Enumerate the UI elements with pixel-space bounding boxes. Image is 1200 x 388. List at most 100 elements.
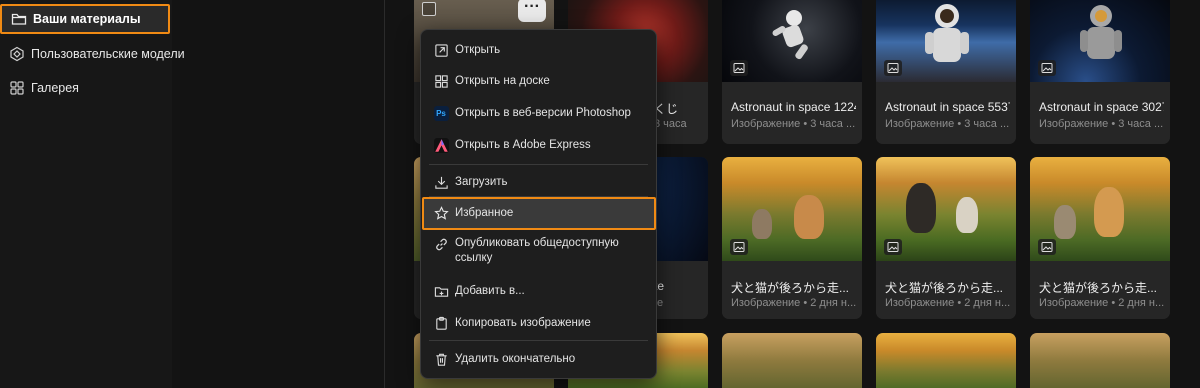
menu-item-copy-image[interactable]: Копировать изображение bbox=[421, 313, 656, 333]
menu-item-open[interactable]: Открыть bbox=[421, 40, 656, 60]
add-to-folder-icon bbox=[433, 283, 449, 299]
menu-item-label: Открыть bbox=[455, 43, 501, 56]
sidebar-item-custom-models[interactable]: Пользовательские модели bbox=[0, 39, 185, 69]
asset-meta: Astronaut in space 5537... Изображение •… bbox=[876, 82, 1016, 144]
sidebar-item-your-stuff[interactable]: Ваши материалы bbox=[0, 4, 170, 34]
asset-card[interactable]: 犬と猫が後ろから走... Изображение • 2 дня н... bbox=[722, 157, 862, 319]
context-menu: Открыть Открыть на доске Ps Открыть в ве… bbox=[420, 29, 657, 379]
photoshop-icon: Ps bbox=[433, 105, 449, 121]
asset-meta: 犬と猫が後ろから走... Изображение • 2 дня н... bbox=[876, 261, 1016, 319]
dog-figure bbox=[1094, 187, 1124, 237]
astronaut-figure bbox=[772, 10, 808, 60]
sidebar-item-label: Пользовательские модели bbox=[31, 47, 185, 61]
asset-thumbnail bbox=[722, 333, 862, 388]
asset-card[interactable] bbox=[1030, 333, 1170, 388]
menu-item-delete-permanently[interactable]: Удалить окончательно bbox=[421, 349, 656, 369]
asset-meta: Astronaut in space 3027... Изображение •… bbox=[1030, 82, 1170, 144]
menu-item-label: Открыть в веб-версии Photoshop bbox=[455, 106, 631, 119]
asset-thumbnail bbox=[876, 157, 1016, 261]
sidebar-item-label: Ваши материалы bbox=[33, 12, 141, 26]
asset-subtitle: 3 часа bbox=[654, 118, 687, 130]
trash-icon bbox=[433, 351, 449, 367]
asset-subtitle: Изображение • 3 часа ... bbox=[731, 118, 856, 130]
asset-subtitle: Изображение • 3 часа ... bbox=[885, 118, 1010, 130]
link-icon bbox=[433, 236, 449, 252]
asset-title: Astronaut in space 3027... bbox=[1039, 100, 1164, 114]
menu-item-label: Избранное bbox=[455, 207, 514, 219]
asset-card[interactable] bbox=[876, 333, 1016, 388]
menu-item-label: Открыть в Adobe Express bbox=[455, 138, 591, 151]
asset-subtitle: Изображение • 3 часа ... bbox=[1039, 118, 1164, 130]
menu-item-publish-link[interactable]: Опубликовать общедоступную ссылку bbox=[421, 236, 656, 268]
asset-thumbnail bbox=[876, 333, 1016, 388]
menu-item-open-adobe-express[interactable]: Открыть в Adobe Express bbox=[421, 135, 656, 155]
select-checkbox[interactable] bbox=[422, 2, 436, 16]
asset-thumbnail bbox=[722, 157, 862, 261]
astronaut-figure bbox=[925, 4, 969, 62]
image-type-icon bbox=[884, 239, 902, 255]
asset-subtitle: te bbox=[654, 297, 664, 309]
asset-thumbnail bbox=[1030, 157, 1170, 261]
folder-icon bbox=[10, 10, 28, 28]
asset-title: te bbox=[654, 279, 665, 293]
menu-item-download[interactable]: Загрузить bbox=[421, 172, 656, 192]
cat-figure bbox=[1054, 205, 1076, 239]
asset-title: Astronaut in space 5537... bbox=[885, 100, 1010, 114]
copy-image-icon bbox=[433, 315, 449, 331]
cat-figure bbox=[752, 209, 772, 239]
menu-separator bbox=[429, 164, 648, 165]
menu-item-label: Загрузить bbox=[455, 175, 508, 188]
menu-item-label: Копировать изображение bbox=[455, 316, 591, 329]
asset-card[interactable]: 犬と猫が後ろから走... Изображение • 2 дня н... bbox=[1030, 157, 1170, 319]
asset-card[interactable]: Astronaut in space 5537... Изображение •… bbox=[876, 0, 1016, 144]
asset-card[interactable]: Astronaut in space 3027... Изображение •… bbox=[1030, 0, 1170, 144]
dog-figure bbox=[794, 195, 824, 239]
image-type-icon bbox=[730, 60, 748, 76]
astronaut-figure bbox=[1080, 5, 1122, 59]
asset-card[interactable]: 犬と猫が後ろから走... Изображение • 2 дня н... bbox=[876, 157, 1016, 319]
open-external-icon bbox=[433, 42, 449, 58]
more-options-button[interactable]: ··· bbox=[518, 0, 546, 22]
menu-item-favorite[interactable]: Избранное bbox=[422, 197, 656, 230]
download-icon bbox=[433, 174, 449, 190]
asset-thumbnail bbox=[1030, 333, 1170, 388]
menu-separator bbox=[429, 340, 648, 341]
sidebar-item-gallery[interactable]: Галерея bbox=[0, 73, 79, 103]
board-icon bbox=[433, 73, 449, 89]
dog-figure bbox=[906, 183, 936, 233]
adobe-express-icon bbox=[433, 137, 449, 153]
asset-title: 犬と猫が後ろから走... bbox=[1039, 281, 1158, 295]
image-type-icon bbox=[1038, 60, 1056, 76]
menu-item-label: Открыть на доске bbox=[455, 74, 550, 87]
menu-item-add-to[interactable]: Добавить в... bbox=[421, 281, 656, 301]
asset-subtitle: Изображение • 2 дня н... bbox=[885, 297, 1010, 309]
asset-thumbnail bbox=[1030, 0, 1170, 82]
asset-subtitle: Изображение • 2 дня н... bbox=[1039, 297, 1164, 309]
asset-meta: Astronaut in space 12241... Изображение … bbox=[722, 82, 862, 144]
asset-card[interactable] bbox=[722, 333, 862, 388]
asset-title: 犬と猫が後ろから走... bbox=[731, 281, 850, 295]
image-type-icon bbox=[884, 60, 902, 76]
sidebar-item-label: Галерея bbox=[31, 81, 79, 95]
image-type-icon bbox=[1038, 239, 1056, 255]
asset-title: Astronaut in space 12241... bbox=[731, 100, 856, 114]
menu-item-label: Опубликовать общедоступную ссылку bbox=[455, 237, 619, 264]
gallery-grid-icon bbox=[8, 79, 26, 97]
menu-item-open-board[interactable]: Открыть на доске bbox=[421, 71, 656, 91]
asset-thumbnail bbox=[876, 0, 1016, 82]
asset-card[interactable]: Astronaut in space 12241... Изображение … bbox=[722, 0, 862, 144]
asset-thumbnail bbox=[722, 0, 862, 82]
asset-title: くじ bbox=[654, 102, 679, 116]
image-type-icon bbox=[730, 239, 748, 255]
asset-meta: 犬と猫が後ろから走... Изображение • 2 дня н... bbox=[1030, 261, 1170, 319]
content-divider bbox=[384, 0, 385, 388]
cat-figure bbox=[956, 197, 978, 233]
menu-item-label: Добавить в... bbox=[455, 284, 525, 297]
asset-subtitle: Изображение • 2 дня н... bbox=[731, 297, 856, 309]
star-icon bbox=[433, 206, 449, 222]
asset-meta: 犬と猫が後ろから走... Изображение • 2 дня н... bbox=[722, 261, 862, 319]
menu-item-label: Удалить окончательно bbox=[455, 352, 576, 365]
menu-item-open-photoshop[interactable]: Ps Открыть в веб-версии Photoshop bbox=[421, 103, 656, 123]
asset-title: 犬と猫が後ろから走... bbox=[885, 281, 1004, 295]
custom-models-icon bbox=[8, 45, 26, 63]
